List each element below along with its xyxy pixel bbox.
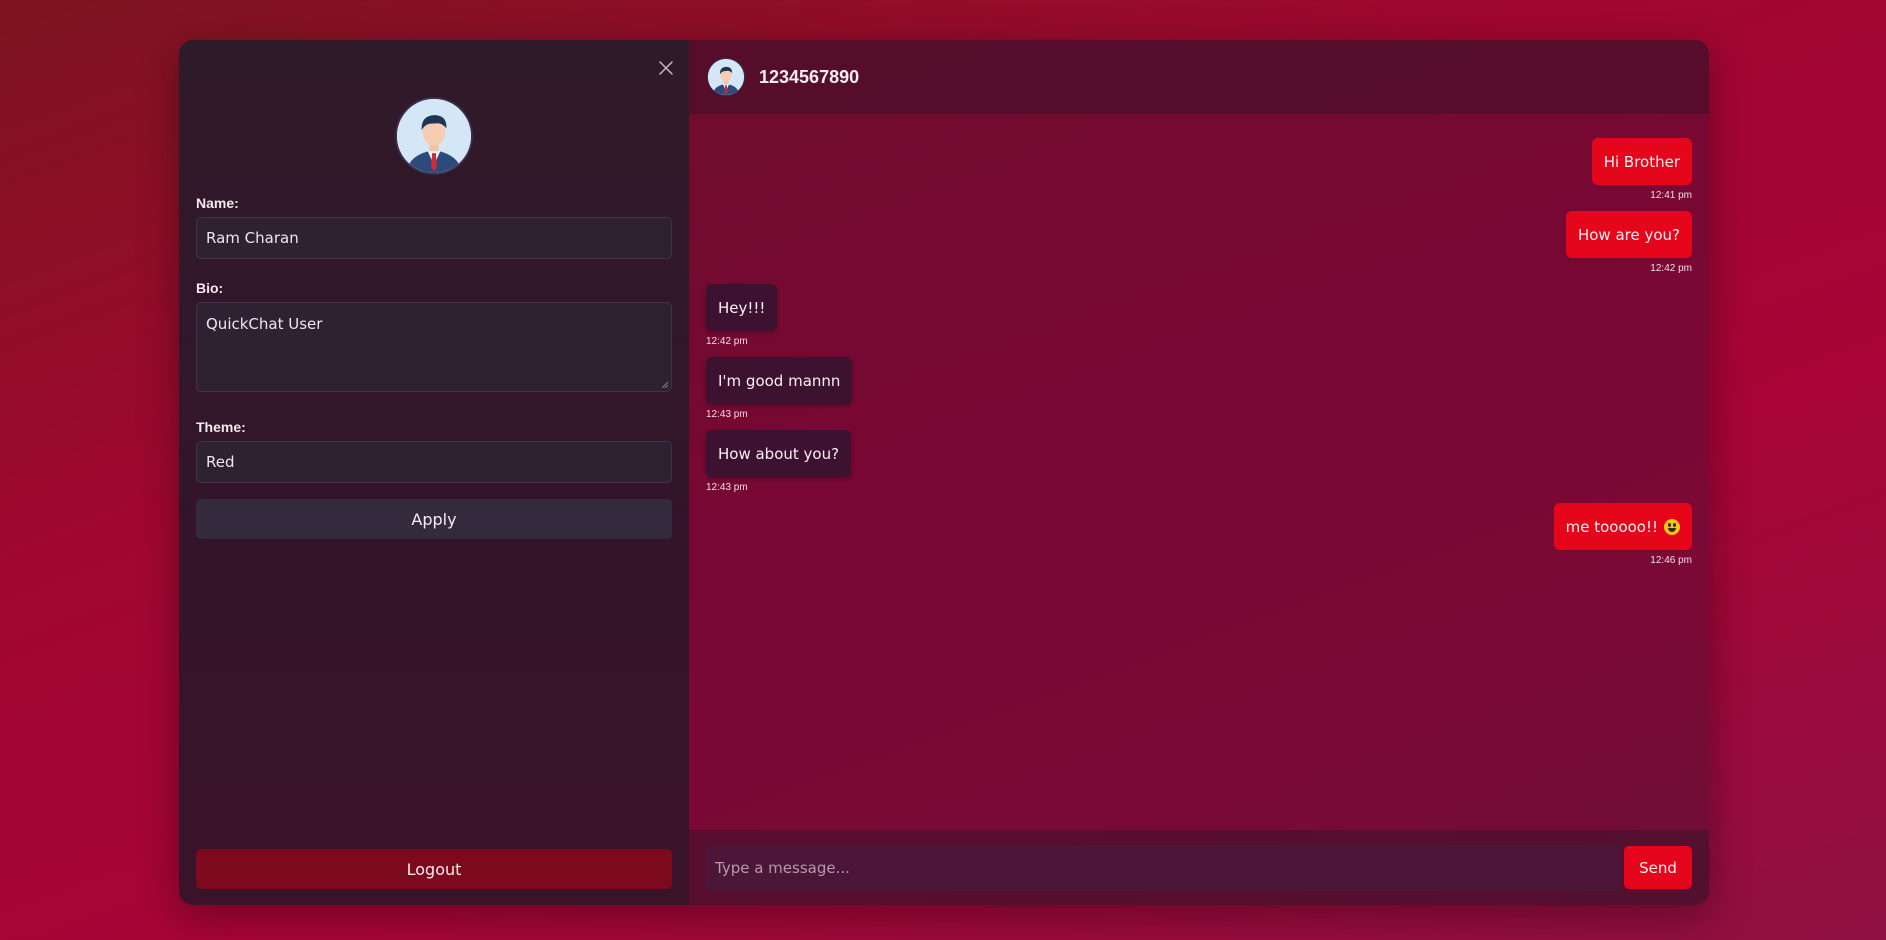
bio-label: Bio: — [196, 280, 224, 296]
message-bubble: How about you? — [706, 430, 852, 477]
apply-button[interactable]: Apply — [196, 499, 672, 539]
name-label: Name: — [196, 195, 239, 211]
theme-label: Theme: — [196, 419, 246, 435]
message-item: How are you? 12:42 pm — [706, 211, 1692, 274]
message-item: me tooooo!! 12:46 pm — [706, 503, 1692, 566]
theme-value: Red — [206, 453, 235, 471]
theme-select[interactable]: Red — [196, 441, 672, 483]
bio-textarea[interactable]: QuickChat User — [196, 302, 672, 392]
message-bubble: me tooooo!! — [1553, 503, 1692, 550]
grinning-face-emoji-icon — [1664, 518, 1680, 535]
profile-sidebar: Name: Ram Charan Bio: QuickChat User The… — [179, 40, 689, 905]
message-bubble: Hey!!! — [706, 284, 778, 331]
user-avatar-icon — [708, 59, 744, 95]
chat-pane: 1234567890 Hi Brother 12:41 pm How are y… — [689, 40, 1709, 905]
message-bubble: I'm good mannn — [706, 357, 853, 404]
message-time: 12:46 pm — [1650, 555, 1692, 566]
message-composer: Type a message... Send — [689, 830, 1709, 905]
name-input[interactable]: Ram Charan — [196, 217, 672, 259]
message-list: Hi Brother 12:41 pm How are you? 12:42 p… — [689, 114, 1709, 830]
message-input[interactable]: Type a message... — [706, 844, 1620, 891]
message-bubble: Hi Brother — [1591, 138, 1692, 185]
message-input-placeholder: Type a message... — [715, 858, 850, 877]
chat-header: 1234567890 — [689, 40, 1709, 114]
chat-app-window: Name: Ram Charan Bio: QuickChat User The… — [179, 40, 1709, 905]
message-bubble: How are you? — [1565, 211, 1692, 258]
bio-value: QuickChat User — [206, 315, 323, 333]
message-item: Hi Brother 12:41 pm — [706, 138, 1692, 201]
send-button[interactable]: Send — [1624, 846, 1692, 889]
message-text: Hi Brother — [1603, 152, 1680, 171]
contact-name: 1234567890 — [759, 66, 860, 87]
contact-avatar[interactable] — [707, 58, 745, 96]
message-text: I'm good mannn — [718, 371, 841, 390]
user-avatar-icon — [397, 99, 471, 173]
message-text: me tooooo!! — [1565, 517, 1658, 536]
message-text: How are you? — [1577, 225, 1680, 244]
message-time: 12:43 pm — [706, 409, 748, 420]
name-value: Ram Charan — [206, 229, 299, 247]
message-item: I'm good mannn 12:43 pm — [706, 357, 1692, 420]
message-text: How about you? — [718, 444, 840, 463]
message-time: 12:42 pm — [1650, 263, 1692, 274]
resize-grip-icon[interactable] — [661, 381, 669, 389]
message-time: 12:41 pm — [1650, 190, 1692, 201]
message-time: 12:43 pm — [706, 482, 748, 493]
message-text: Hey!!! — [718, 298, 766, 317]
logout-button[interactable]: Logout — [196, 849, 672, 889]
profile-avatar — [395, 97, 473, 175]
close-icon[interactable] — [657, 59, 675, 77]
message-item: Hey!!! 12:42 pm — [706, 284, 1692, 347]
message-item: How about you? 12:43 pm — [706, 430, 1692, 493]
message-time: 12:42 pm — [706, 336, 748, 347]
